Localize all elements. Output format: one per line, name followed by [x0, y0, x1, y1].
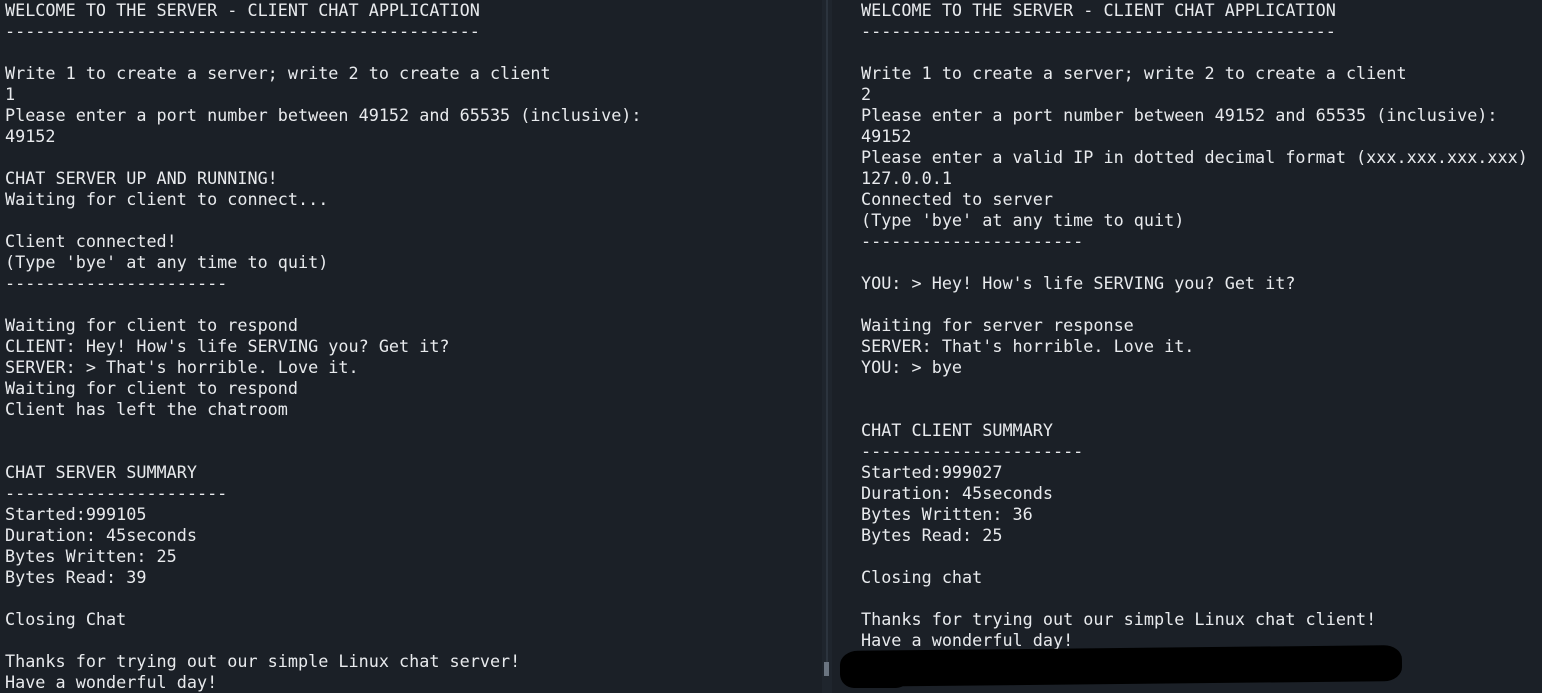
- terminal-line: Waiting for client to respond: [5, 315, 298, 335]
- terminal-line: 1: [5, 84, 16, 104]
- terminal-line: YOU: > Hey! How's life SERVING you? Get …: [861, 273, 1296, 293]
- terminal-line: ----------------------: [5, 273, 228, 293]
- terminal-line: 127.0.0.1: [861, 168, 952, 188]
- terminal-line: Duration: 45seconds: [861, 483, 1053, 503]
- terminal-line: Please enter a valid IP in dotted decima…: [861, 147, 1528, 167]
- client-terminal-output: WELCOME TO THE SERVER - CLIENT CHAT APPL…: [861, 0, 1528, 651]
- terminal-line: ----------------------: [861, 231, 1084, 251]
- terminal-line: Thanks for trying out our simple Linux c…: [5, 651, 521, 671]
- terminal-line: ----------------------------------------…: [5, 21, 480, 41]
- terminal-line: Waiting for client to connect...: [5, 189, 329, 209]
- terminal-line: Started:999027: [861, 462, 1003, 482]
- terminal-line: CHAT SERVER UP AND RUNNING!: [5, 168, 278, 188]
- terminal-line: Write 1 to create a server; write 2 to c…: [5, 63, 551, 83]
- terminal-line: Please enter a port number between 49152…: [5, 105, 642, 125]
- scrollbar-thumb[interactable]: [824, 662, 829, 676]
- terminal-line: 49152: [861, 126, 912, 146]
- redaction-mark: [839, 645, 1403, 687]
- terminal-line: Duration: 45seconds: [5, 525, 197, 545]
- terminal-line: Bytes Written: 25: [5, 546, 177, 566]
- terminal-line: 2: [861, 84, 872, 104]
- terminal-line: Write 1 to create a server; write 2 to c…: [861, 63, 1407, 83]
- terminal-line: Closing chat: [861, 567, 983, 587]
- terminal-line: WELCOME TO THE SERVER - CLIENT CHAT APPL…: [5, 0, 480, 20]
- terminal-line: CLIENT: Hey! How's life SERVING you? Get…: [5, 336, 450, 356]
- terminal-line: Bytes Written: 36: [861, 504, 1033, 524]
- terminal-line: Waiting for client to respond: [5, 378, 298, 398]
- terminal-line: Connected to server: [861, 189, 1053, 209]
- terminal-line: Client has left the chatroom: [5, 399, 288, 419]
- terminal-line: CHAT SERVER SUMMARY: [5, 462, 197, 482]
- terminal-line: (Type 'bye' at any time to quit): [5, 252, 329, 272]
- terminal-line: Have a wonderful day!: [5, 672, 218, 692]
- terminal-line: ----------------------------------------…: [861, 21, 1336, 41]
- server-terminal-output: WELCOME TO THE SERVER - CLIENT CHAT APPL…: [5, 0, 642, 693]
- terminal-line: Started:999105: [5, 504, 147, 524]
- server-terminal-pane[interactable]: WELCOME TO THE SERVER - CLIENT CHAT APPL…: [0, 0, 822, 693]
- terminal-line: Waiting for server response: [861, 315, 1134, 335]
- redaction-mark-tail: [840, 660, 910, 688]
- terminal-line: CHAT CLIENT SUMMARY: [861, 420, 1053, 440]
- terminal-line: 49152: [5, 126, 56, 146]
- terminal-line: WELCOME TO THE SERVER - CLIENT CHAT APPL…: [861, 0, 1336, 20]
- terminal-screen: WELCOME TO THE SERVER - CLIENT CHAT APPL…: [0, 0, 1542, 693]
- terminal-line: Thanks for trying out our simple Linux c…: [861, 609, 1377, 629]
- terminal-line: Client connected!: [5, 231, 177, 251]
- terminal-line: (Type 'bye' at any time to quit): [861, 210, 1185, 230]
- terminal-line: Please enter a port number between 49152…: [861, 105, 1498, 125]
- terminal-line: SERVER: > That's horrible. Love it.: [5, 357, 359, 377]
- terminal-line: YOU: > bye: [861, 357, 963, 377]
- terminal-line: Bytes Read: 39: [5, 567, 147, 587]
- terminal-line: Closing Chat: [5, 609, 127, 629]
- terminal-line: ----------------------: [5, 483, 228, 503]
- terminal-line: Bytes Read: 25: [861, 525, 1003, 545]
- terminal-line: SERVER: That's horrible. Love it.: [861, 336, 1195, 356]
- client-terminal-pane[interactable]: WELCOME TO THE SERVER - CLIENT CHAT APPL…: [832, 0, 1542, 693]
- pane-divider-line: [826, 0, 828, 670]
- terminal-line: ----------------------: [861, 441, 1084, 461]
